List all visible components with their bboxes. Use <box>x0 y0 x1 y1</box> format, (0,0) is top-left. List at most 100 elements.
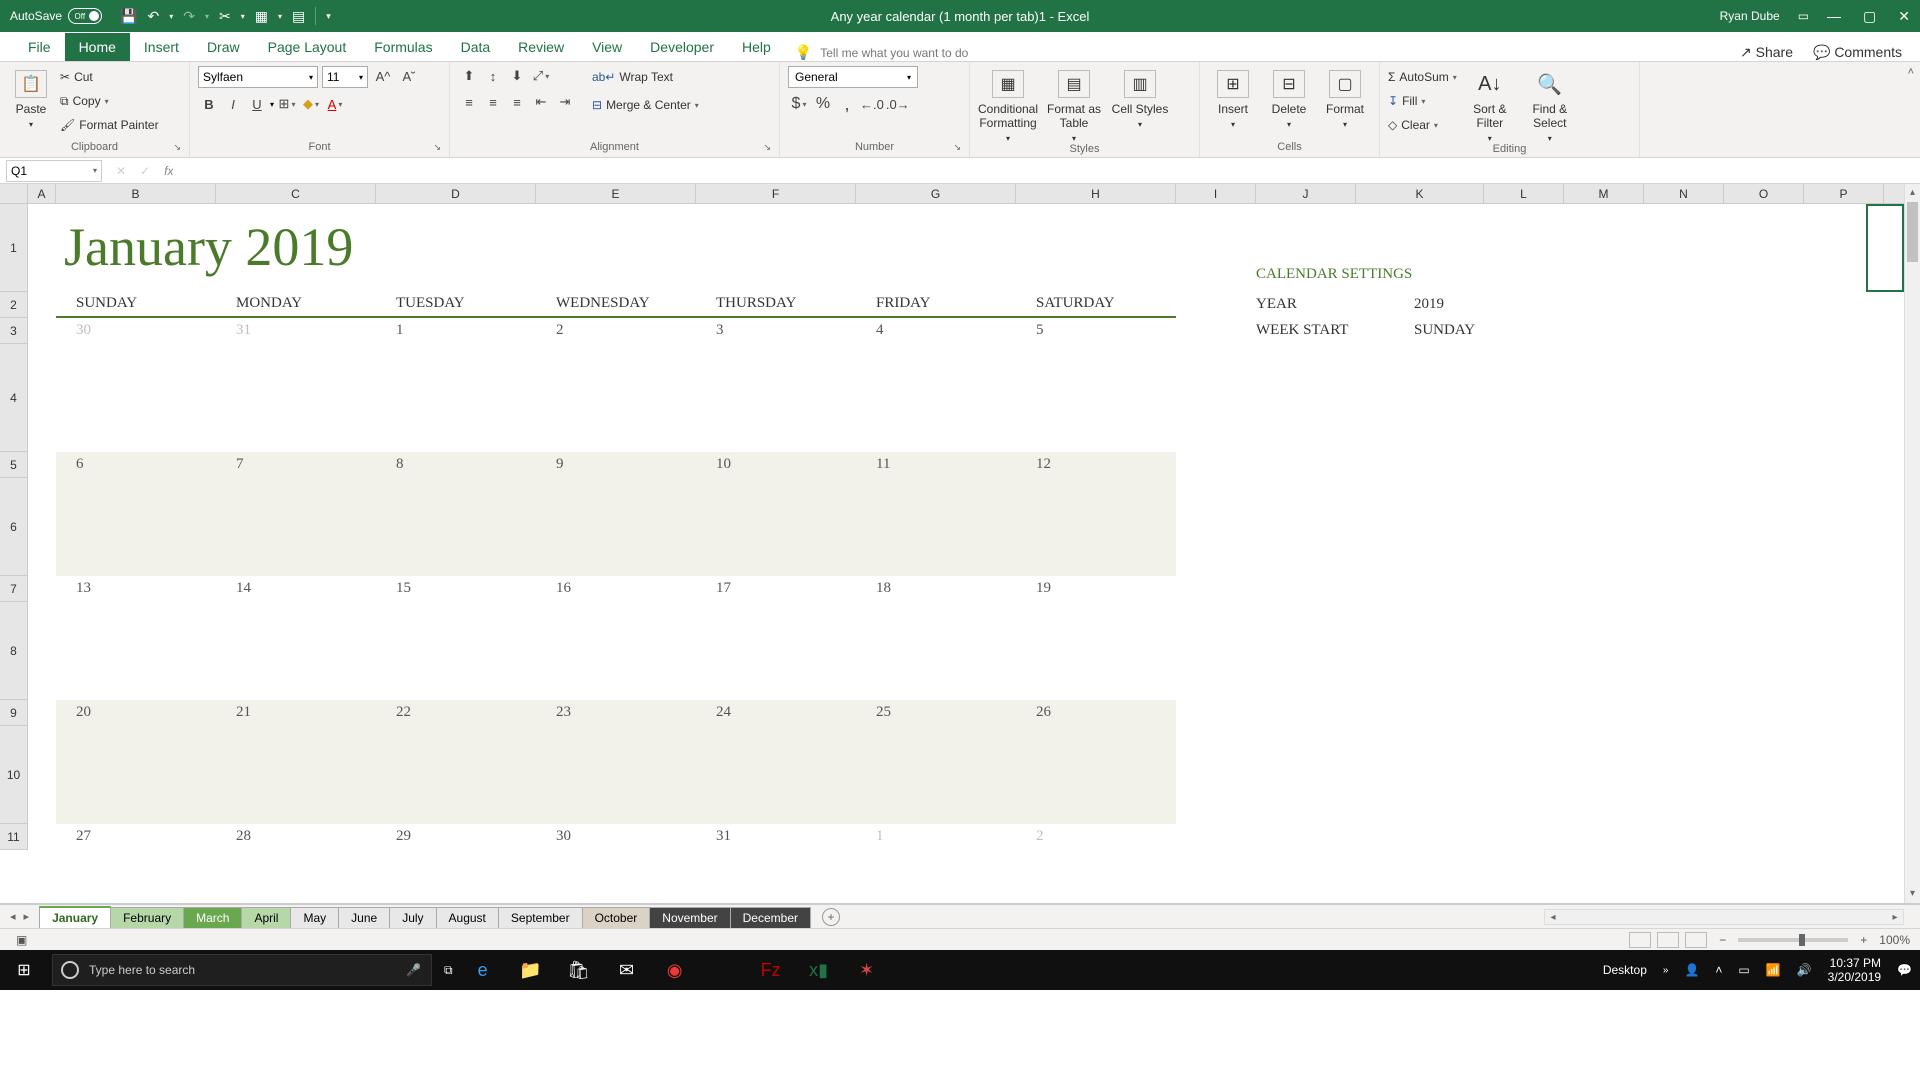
column-header[interactable]: B <box>56 184 216 203</box>
day-number[interactable]: 19 <box>1036 580 1051 597</box>
column-header[interactable]: N <box>1644 184 1724 203</box>
row-header[interactable]: 3 <box>0 318 27 344</box>
dialog-launcher-icon[interactable]: ↘ <box>433 142 441 153</box>
day-number[interactable]: 14 <box>236 580 251 597</box>
redo-icon[interactable]: ↷ <box>183 8 195 25</box>
select-all-corner[interactable] <box>0 184 28 203</box>
cancel-icon[interactable]: ✕ <box>116 164 126 178</box>
day-number[interactable]: 6 <box>76 456 84 473</box>
find-select-button[interactable]: 🔍Find & Select▾ <box>1523 66 1577 143</box>
qat-icon[interactable]: ✂ <box>219 8 231 25</box>
dialog-launcher-icon[interactable]: ↘ <box>953 142 961 153</box>
sheet-tab[interactable]: March <box>183 907 242 928</box>
sheet-tab[interactable]: July <box>389 907 436 928</box>
sheet-tab[interactable]: April <box>241 907 291 928</box>
horizontal-scrollbar[interactable]: ◂ ▸ <box>1544 909 1904 925</box>
indent-inc-icon[interactable]: ⇥ <box>554 92 576 112</box>
row-header[interactable]: 1 <box>0 204 27 292</box>
day-number[interactable]: 31 <box>236 322 251 339</box>
tab-data[interactable]: Data <box>447 33 505 61</box>
tab-draw[interactable]: Draw <box>193 33 254 61</box>
close-icon[interactable]: ✕ <box>1898 8 1910 25</box>
cell-styles-button[interactable]: ▥Cell Styles▾ <box>1110 66 1170 129</box>
day-number[interactable]: 30 <box>556 828 571 845</box>
day-number[interactable]: 29 <box>396 828 411 845</box>
file-explorer-icon[interactable]: 📁 <box>519 960 543 981</box>
day-number[interactable]: 13 <box>76 580 91 597</box>
maximize-icon[interactable]: ▢ <box>1863 8 1876 25</box>
sheet-tab[interactable]: August <box>436 907 499 928</box>
worksheet-grid[interactable]: ABCDEFGHIJKLMNOP 1234567891011 January 2… <box>0 184 1920 904</box>
mail-icon[interactable]: ✉ <box>615 960 639 981</box>
volume-icon[interactable]: 🔊 <box>1797 963 1812 977</box>
column-header[interactable]: A <box>28 184 56 203</box>
sheet-tab[interactable]: December <box>730 907 811 928</box>
row-header[interactable]: 9 <box>0 700 27 726</box>
tell-me-search[interactable]: 💡Tell me what you want to do <box>795 44 969 61</box>
day-number[interactable]: 30 <box>76 322 91 339</box>
paste-button[interactable]: 📋 Paste▾ <box>8 66 54 129</box>
sheet-tab[interactable]: May <box>290 907 339 928</box>
column-header[interactable]: D <box>376 184 536 203</box>
sheet-nav-next-icon[interactable]: ▸ <box>24 910 30 923</box>
enter-icon[interactable]: ✓ <box>140 164 150 178</box>
cut-button[interactable]: ✂Cut <box>60 66 159 88</box>
vertical-scrollbar[interactable]: ▴ ▾ <box>1904 184 1920 903</box>
day-number[interactable]: 4 <box>876 322 884 339</box>
scroll-down-icon[interactable]: ▾ <box>1905 885 1920 903</box>
font-name-select[interactable]: Sylfaen▾ <box>198 66 318 88</box>
save-icon[interactable]: 💾 <box>120 8 137 25</box>
clock[interactable]: 10:37 PM 3/20/2019 <box>1828 956 1881 984</box>
sheet-tab[interactable]: February <box>110 907 184 928</box>
action-center-icon[interactable]: 💬 <box>1897 963 1912 977</box>
column-header[interactable]: L <box>1484 184 1564 203</box>
store-icon[interactable]: 🛍 <box>567 960 591 981</box>
day-number[interactable]: 7 <box>236 456 244 473</box>
merge-center-button[interactable]: ⊟Merge & Center <box>592 94 699 116</box>
scroll-up-icon[interactable]: ▴ <box>1905 184 1920 202</box>
underline-button[interactable]: U <box>246 94 268 114</box>
tab-help[interactable]: Help <box>728 33 785 61</box>
column-header[interactable]: C <box>216 184 376 203</box>
day-number[interactable]: 20 <box>76 704 91 721</box>
sheet-tab[interactable]: October <box>582 907 651 928</box>
week-row[interactable] <box>56 576 1176 700</box>
zoom-out-icon[interactable]: − <box>1719 933 1726 947</box>
record-macro-icon[interactable]: ▣ <box>16 933 27 947</box>
minimize-icon[interactable]: ― <box>1827 8 1841 25</box>
grow-font-icon[interactable]: A^ <box>372 66 394 86</box>
week-row[interactable] <box>56 700 1176 824</box>
dialog-launcher-icon[interactable]: ↘ <box>173 142 181 153</box>
day-number[interactable]: 27 <box>76 828 91 845</box>
row-header[interactable]: 10 <box>0 726 27 824</box>
day-number[interactable]: 22 <box>396 704 411 721</box>
day-number[interactable]: 12 <box>1036 456 1051 473</box>
percent-icon[interactable]: % <box>812 94 834 114</box>
fill-color-button[interactable]: ◆ <box>300 94 322 114</box>
day-number[interactable]: 21 <box>236 704 251 721</box>
battery-icon[interactable]: ▭ <box>1738 963 1749 977</box>
day-number[interactable]: 10 <box>716 456 731 473</box>
day-number[interactable]: 24 <box>716 704 731 721</box>
qat-icon[interactable]: ▦ <box>255 8 268 25</box>
row-header[interactable]: 8 <box>0 602 27 700</box>
copy-button[interactable]: ⧉Copy <box>60 90 159 112</box>
conditional-formatting-button[interactable]: ▦Conditional Formatting▾ <box>978 66 1038 143</box>
scroll-right-icon[interactable]: ▸ <box>1887 912 1903 923</box>
currency-icon[interactable]: $ <box>788 94 810 114</box>
collapse-ribbon-icon[interactable]: ˄ <box>1908 66 1914 78</box>
column-header[interactable]: H <box>1016 184 1176 203</box>
bold-button[interactable]: B <box>198 94 220 114</box>
zoom-slider[interactable] <box>1738 938 1848 942</box>
align-left-icon[interactable]: ≡ <box>458 92 480 112</box>
week-start-value[interactable]: SUNDAY <box>1414 322 1475 339</box>
orientation-icon[interactable]: ⤢ <box>530 66 552 86</box>
people-icon[interactable]: 👤 <box>1684 963 1699 977</box>
tab-page-layout[interactable]: Page Layout <box>254 33 361 61</box>
insert-cells-button[interactable]: ⊞Insert▾ <box>1208 66 1258 129</box>
sheet-tab[interactable]: November <box>649 907 730 928</box>
font-color-button[interactable]: A <box>324 94 346 114</box>
tab-insert[interactable]: Insert <box>130 33 193 61</box>
row-header[interactable]: 6 <box>0 478 27 576</box>
tab-home[interactable]: Home <box>65 33 130 61</box>
